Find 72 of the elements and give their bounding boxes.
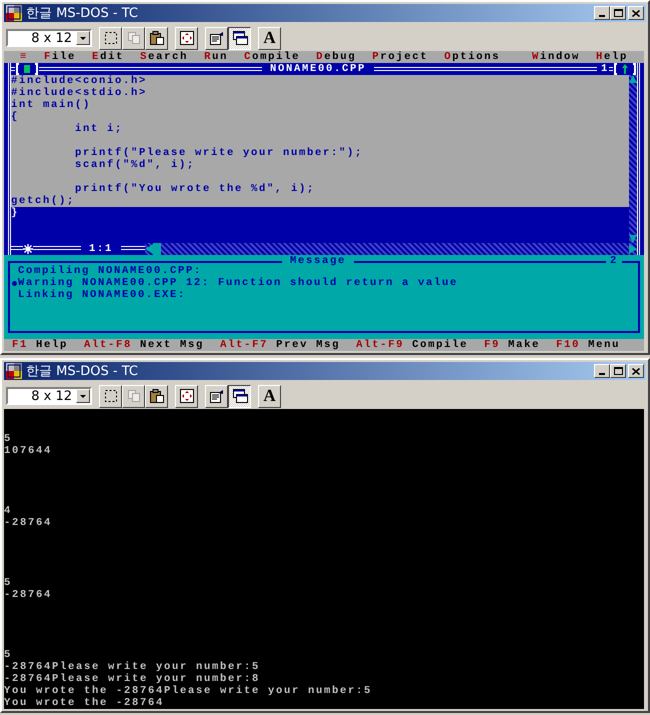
horizontal-scrollbar[interactable] xyxy=(145,243,637,255)
arrows-icon xyxy=(178,30,194,46)
status-item[interactable]: F10 Menu xyxy=(556,339,620,351)
close-button[interactable] xyxy=(628,6,644,20)
output-line: -28764Please write your number:5 xyxy=(4,661,262,673)
menu-item[interactable]: Search xyxy=(140,51,188,63)
properties-icon xyxy=(208,388,224,404)
dashed-rectangle-icon xyxy=(102,388,118,404)
star-icon xyxy=(23,244,33,254)
font-size-dropdown[interactable]: 8 x 12 xyxy=(6,29,92,47)
output-line: -28764Please write your number:8 xyxy=(4,673,262,685)
code-line: } xyxy=(11,207,20,219)
windows-icon xyxy=(232,30,248,46)
mark-button[interactable] xyxy=(99,26,122,50)
output-line: 5 xyxy=(4,577,14,589)
font-size-dropdown[interactable]: 8 x 12 xyxy=(6,387,92,405)
menu-item[interactable]: Help xyxy=(596,51,628,63)
output-line: You wrote the -28764Please write your number:5 xyxy=(4,685,374,697)
copy-icon xyxy=(126,388,142,404)
close-box-icon xyxy=(15,63,39,75)
dashed-rectangle-icon xyxy=(102,30,118,46)
message-line[interactable]: Compiling NONAME00.CPP: xyxy=(18,265,202,277)
menu-item[interactable]: Project xyxy=(372,51,428,63)
status-item[interactable]: F9 Make xyxy=(484,339,540,351)
mark-button[interactable] xyxy=(99,384,122,408)
menu-item[interactable]: Window xyxy=(532,51,580,63)
output-line: -28764 xyxy=(4,589,54,601)
clipboard-icon xyxy=(148,388,164,404)
output-line: 5 xyxy=(4,433,14,445)
message-line[interactable]: Linking NONAME00.EXE: xyxy=(18,289,186,301)
fullscreen-button[interactable] xyxy=(175,26,198,50)
msdos-icon xyxy=(6,363,22,379)
close-button[interactable] xyxy=(628,364,644,378)
output-line: You wrote the -28764 xyxy=(4,697,166,709)
vertical-scrollbar[interactable] xyxy=(629,75,637,243)
msdos-icon xyxy=(6,5,22,21)
maximize-button[interactable] xyxy=(610,6,626,20)
properties-icon xyxy=(208,30,224,46)
properties-button[interactable] xyxy=(205,26,228,50)
paste-button[interactable] xyxy=(145,384,168,408)
status-item[interactable]: F1 Help xyxy=(12,339,68,351)
clipboard-icon xyxy=(148,30,164,46)
fullscreen-button[interactable] xyxy=(175,384,198,408)
message-title: Message xyxy=(282,255,354,267)
properties-button[interactable] xyxy=(205,384,228,408)
status-item[interactable]: Alt-F7 Prev Msg xyxy=(220,339,340,351)
output-line: 107644 xyxy=(4,445,54,457)
output-line: 4 xyxy=(4,505,14,517)
font-button[interactable]: A xyxy=(258,384,281,408)
font-button[interactable]: A xyxy=(258,26,281,50)
menu-item[interactable]: File xyxy=(44,51,76,63)
minimize-button[interactable] xyxy=(594,364,610,378)
menu-item[interactable]: Debug xyxy=(316,51,356,63)
output-line: 5 xyxy=(4,649,14,661)
copy-icon xyxy=(126,30,142,46)
window-title: 한글 MS-DOS - TC xyxy=(26,363,138,380)
close-icon xyxy=(632,10,640,16)
output-line: -28764 xyxy=(4,517,54,529)
menu-item[interactable]: Options xyxy=(444,51,500,63)
status-item[interactable]: Alt-F8 Next Msg xyxy=(84,339,204,351)
close-icon xyxy=(632,368,640,374)
menu-item[interactable]: Compile xyxy=(244,51,300,63)
minimize-button[interactable] xyxy=(594,6,610,20)
status-item[interactable]: Alt-F9 Compile xyxy=(356,339,468,351)
menu-item[interactable]: Edit xyxy=(92,51,124,63)
windows-icon xyxy=(232,388,248,404)
message-line[interactable]: Warning NONAME00.CPP 12: Function should return a value xyxy=(18,277,458,289)
maximize-button[interactable] xyxy=(610,364,626,378)
arrows-icon xyxy=(178,388,194,404)
paste-button[interactable] xyxy=(145,26,168,50)
menu-item[interactable]: Run xyxy=(204,51,228,63)
window-title: 한글 MS-DOS - TC xyxy=(26,5,138,22)
